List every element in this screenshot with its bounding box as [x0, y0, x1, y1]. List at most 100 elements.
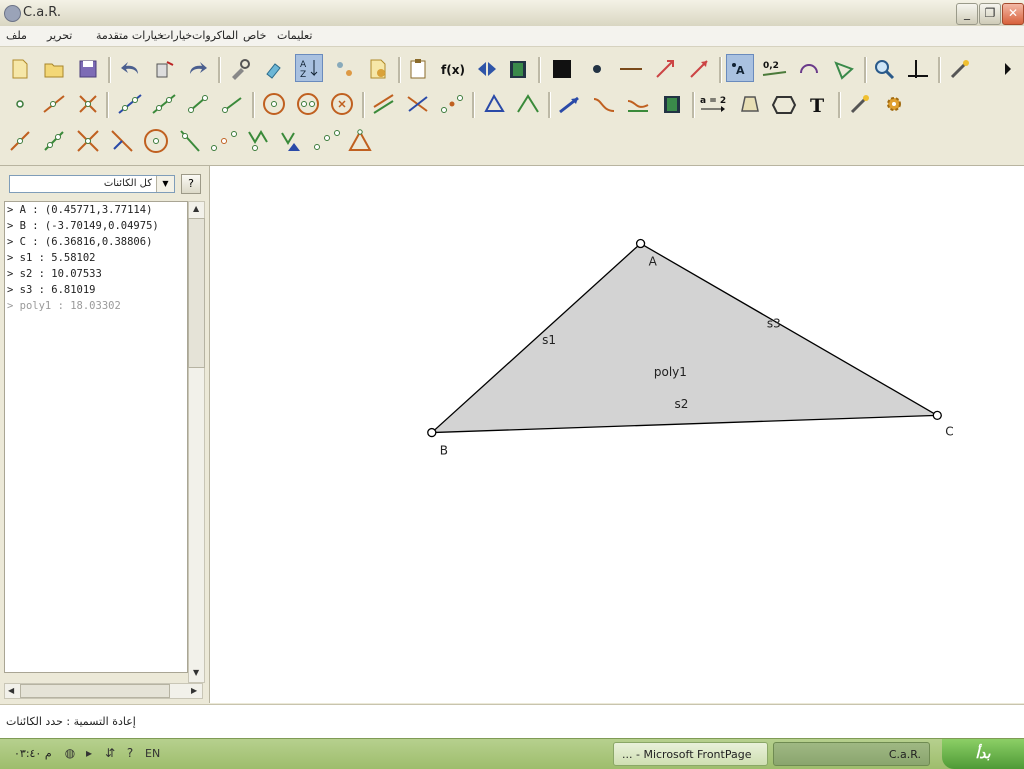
menu-edit[interactable]: تحرير [47, 29, 72, 42]
new-file-icon[interactable] [6, 55, 34, 83]
list-item[interactable]: > s1 : 5.58102 [7, 252, 96, 264]
vertical-scroll-thumb[interactable] [188, 218, 205, 368]
volume-icon[interactable]: ⇵ [102, 745, 118, 761]
help-button[interactable]: ? [181, 174, 201, 194]
save-icon[interactable] [74, 55, 102, 83]
delete-icon[interactable] [150, 55, 178, 83]
gear-icon[interactable] [880, 90, 908, 118]
undo-icon[interactable] [116, 55, 144, 83]
point-style-icon[interactable] [583, 55, 611, 83]
line-tool-icon[interactable] [116, 90, 144, 118]
scroll-right-icon[interactable]: ▶ [191, 686, 197, 695]
menu-special[interactable]: خاص [243, 29, 266, 42]
triangle-tool-icon[interactable] [346, 127, 374, 155]
perp-line-tool-icon[interactable] [108, 127, 136, 155]
polygon-points-tool-icon[interactable] [770, 90, 798, 118]
scroll-up-icon[interactable]: ▲ [193, 204, 199, 213]
midpoint-tool-icon[interactable] [438, 90, 466, 118]
paint-icon[interactable] [260, 55, 288, 83]
minimize-button[interactable]: _ [956, 3, 978, 25]
geometry-view[interactable]: s1 s2 s3 poly1 A B C [210, 166, 1024, 703]
segment-tool-icon[interactable] [40, 90, 68, 118]
scroll-down-icon[interactable]: ▼ [193, 668, 199, 677]
point-b[interactable] [427, 427, 437, 438]
mirror-icon[interactable] [473, 55, 501, 83]
magic-wand-icon[interactable] [946, 55, 974, 83]
menu-file[interactable]: ملف [6, 29, 27, 42]
list-item[interactable]: > poly1 : 18.03302 [7, 300, 121, 312]
menu-advanced-options[interactable]: خيارات متقدمة [96, 29, 164, 42]
line-point-tool-icon[interactable] [6, 127, 34, 155]
maximize-button[interactable]: ❐ [979, 3, 1001, 25]
show-name-icon[interactable]: A [726, 54, 754, 82]
arrow-style-icon[interactable] [685, 55, 713, 83]
axes-icon[interactable] [904, 55, 932, 83]
arc-icon[interactable] [795, 55, 823, 83]
list-item[interactable]: > s3 : 6.81019 [7, 284, 96, 296]
segment-between-tool-icon[interactable] [184, 90, 212, 118]
language-indicator[interactable]: EN [145, 747, 160, 760]
drawing-canvas[interactable]: s1 s2 s3 poly1 A B C [210, 166, 1024, 703]
menu-macros[interactable]: الماكروات [192, 29, 238, 42]
zoom-icon[interactable] [870, 55, 898, 83]
network-icon[interactable]: ◍ [62, 745, 78, 761]
scroll-left-icon[interactable]: ◀ [8, 686, 14, 695]
intersection-tool-icon[interactable] [74, 90, 102, 118]
perpendicular-tool-icon[interactable] [404, 90, 432, 118]
point-tool-icon[interactable] [6, 90, 34, 118]
angle-icon[interactable] [830, 55, 858, 83]
macro-tree-tool-icon[interactable] [244, 127, 272, 155]
chevron-down-icon[interactable]: ▼ [156, 176, 174, 192]
text-tool-icon[interactable]: T [804, 90, 832, 118]
expression-tool-icon[interactable]: a = 2 [698, 90, 726, 118]
line-style-icon[interactable] [617, 55, 645, 83]
quadrilateral-tool-icon[interactable] [736, 90, 764, 118]
angle-tool-icon[interactable] [514, 90, 542, 118]
circle3-tool-icon[interactable] [294, 90, 322, 118]
point-a[interactable] [635, 238, 646, 249]
wand-tool-icon[interactable] [846, 90, 874, 118]
circle-tool-icon[interactable] [260, 90, 288, 118]
close-button[interactable]: ✕ [1002, 3, 1024, 25]
locus-tool-icon[interactable] [624, 90, 652, 118]
track-tool-icon[interactable] [590, 90, 618, 118]
cross-lines-tool-icon[interactable] [74, 127, 102, 155]
show-value-icon[interactable]: 0,2 [761, 55, 789, 83]
ray-tool-icon[interactable] [150, 90, 178, 118]
black-square-icon[interactable] [548, 55, 576, 83]
macro-icon[interactable] [364, 55, 392, 83]
ray-style-icon[interactable] [651, 55, 679, 83]
multi-points-tool-icon[interactable] [312, 127, 340, 155]
clipboard-icon[interactable] [404, 55, 432, 83]
help-tray-icon[interactable]: ? [122, 745, 138, 761]
list-item[interactable]: > A : (0.45771,3.77114) [7, 204, 152, 216]
parallel-tool-icon[interactable] [370, 90, 398, 118]
horizontal-scroll-thumb[interactable] [20, 684, 170, 698]
list-item[interactable]: > B : (-3.70149,0.04975) [7, 220, 159, 232]
task-frontpage[interactable]: ... - Microsoft FrontPage [613, 742, 768, 766]
list-item[interactable]: > s2 : 10.07533 [7, 268, 102, 280]
fixed-circle-tool-icon[interactable] [328, 90, 356, 118]
edit-properties-icon[interactable] [226, 55, 254, 83]
open-folder-icon[interactable] [40, 55, 68, 83]
function-icon[interactable]: f(x) [438, 55, 466, 83]
start-button[interactable]: بدأ [942, 739, 1024, 769]
object-filter-select[interactable]: كل الكائنات ▼ [9, 175, 175, 193]
point-c[interactable] [932, 410, 942, 421]
line-two-points-tool-icon[interactable] [40, 127, 68, 155]
film-icon[interactable] [504, 55, 532, 83]
menu-help[interactable]: تعليمات [277, 29, 312, 42]
points-chain-tool-icon[interactable] [210, 127, 238, 155]
hide-icon[interactable] [330, 55, 358, 83]
fixed-segment-tool-icon[interactable] [218, 90, 246, 118]
macro-tool-icon[interactable] [278, 127, 306, 155]
toolbar-more-icon[interactable] [998, 55, 1018, 83]
circle-center-tool-icon[interactable] [142, 127, 170, 155]
redo-icon[interactable] [184, 55, 212, 83]
polygon-tool-icon[interactable] [480, 90, 508, 118]
task-car[interactable]: C.a.R. [773, 742, 930, 766]
animation-tool-icon[interactable] [658, 90, 686, 118]
media-icon[interactable]: ▸ [81, 745, 97, 761]
move-tool-icon[interactable] [556, 90, 584, 118]
bisector-tool-icon[interactable] [176, 127, 204, 155]
